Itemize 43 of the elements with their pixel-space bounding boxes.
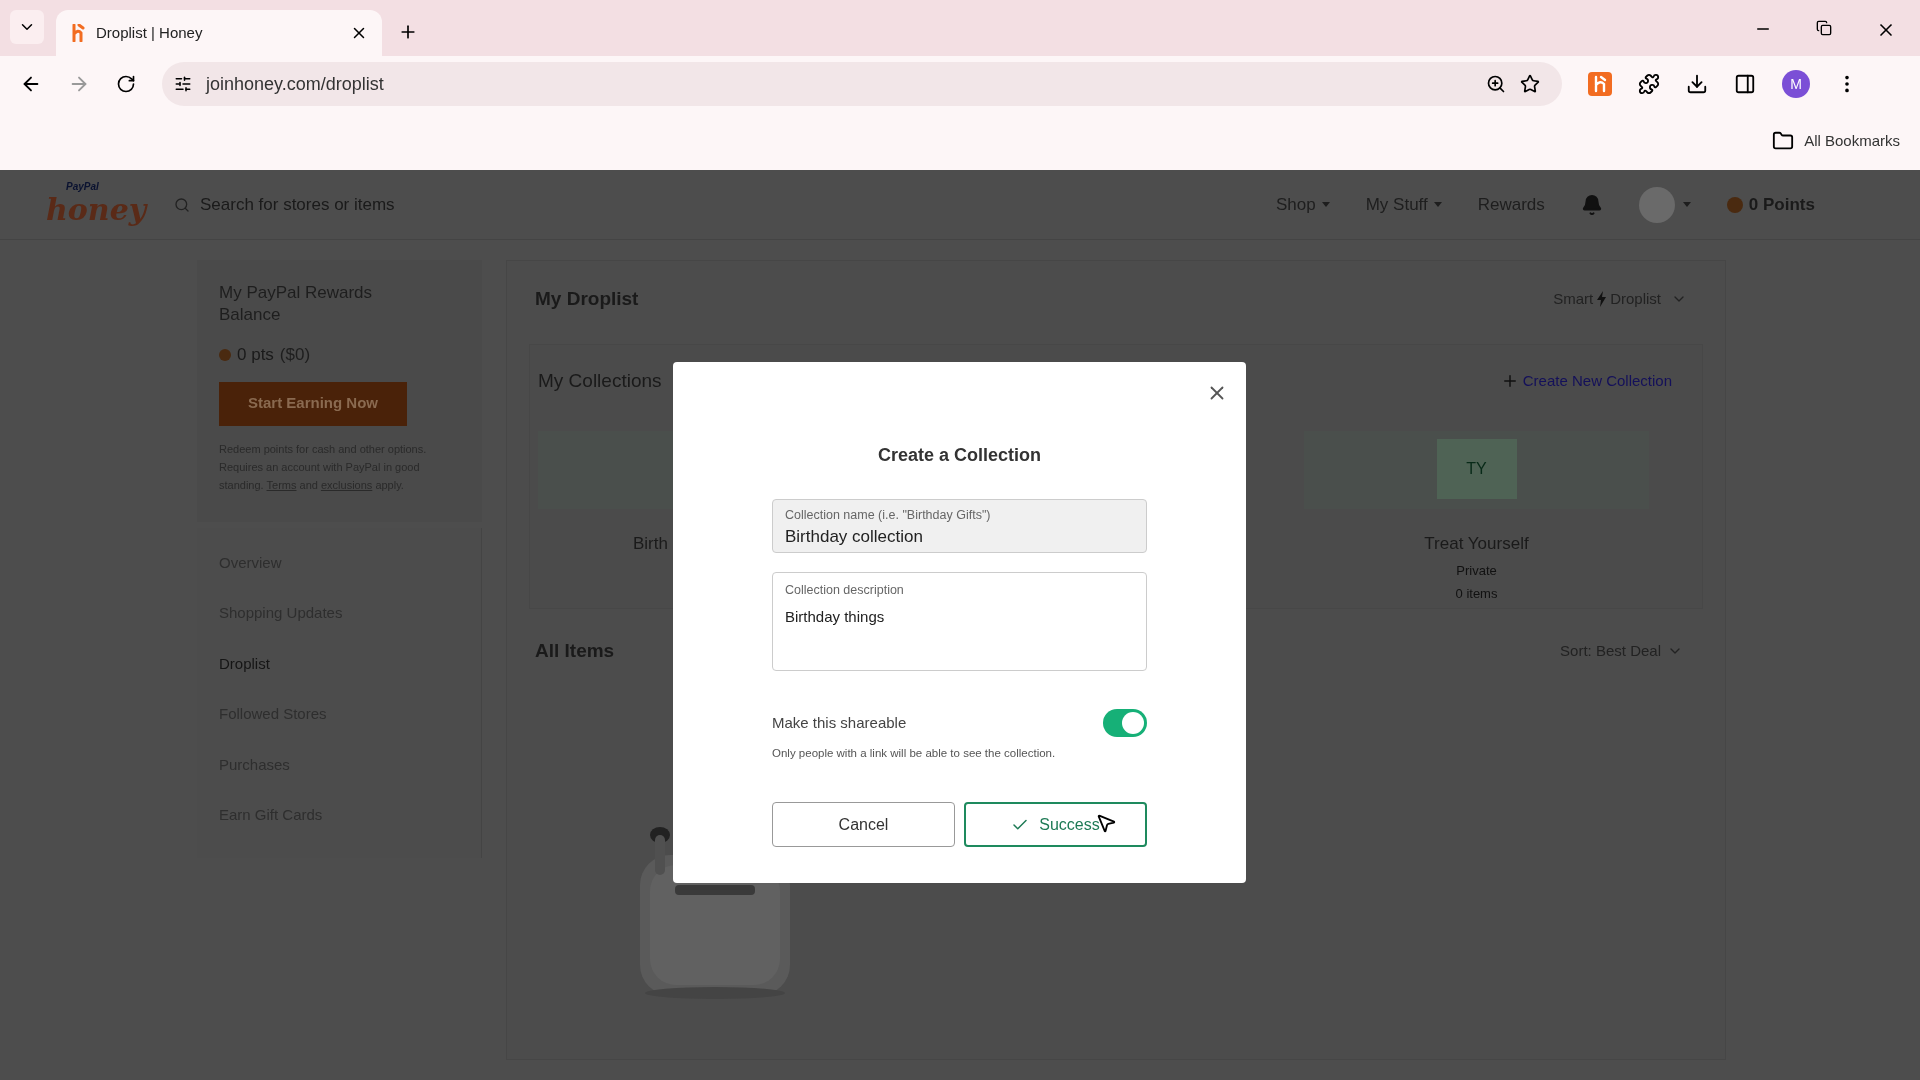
coin-icon: [1726, 196, 1743, 213]
start-earning-button[interactable]: Start Earning Now: [219, 381, 407, 426]
cancel-button[interactable]: Cancel: [772, 802, 955, 848]
logo-small-text: PayPal: [66, 181, 100, 192]
success-button[interactable]: Success: [964, 802, 1147, 848]
bolt-icon: [1597, 291, 1607, 308]
browser-tab[interactable]: Droplist | Honey: [56, 10, 382, 56]
caret-icon: [1321, 202, 1330, 207]
restore-icon[interactable]: [1816, 20, 1832, 36]
caret-icon: [1682, 202, 1691, 207]
profile-avatar[interactable]: M: [1782, 70, 1810, 98]
collection-description-field[interactable]: Collection description Birthday things: [772, 572, 1147, 671]
field-value: Birthday collection: [785, 525, 924, 548]
field-label: Collection description: [785, 582, 905, 599]
shareable-note: Only people with a link will be able to see the collection.: [772, 746, 1057, 761]
initials-tile: TY: [1436, 439, 1517, 499]
reload-icon[interactable]: [116, 74, 136, 94]
url-text: joinhoney.com/droplist: [206, 72, 385, 96]
download-icon[interactable]: [1686, 73, 1708, 95]
caret-icon: [1433, 202, 1442, 207]
dialog-title: Create a Collection: [876, 444, 1042, 467]
tab-title: Droplist | Honey: [96, 22, 204, 43]
create-collection-link[interactable]: Create New Collection: [1500, 369, 1672, 392]
zoom-icon[interactable]: [1486, 74, 1506, 94]
shareable-label: Make this shareable: [772, 712, 907, 733]
field-label: Collection name (i.e. "Birthday Gifts"): [785, 507, 992, 524]
site-info-icon[interactable]: [174, 75, 192, 93]
collection-count: 0 items: [1455, 585, 1498, 603]
bookmark-star-icon[interactable]: [1520, 74, 1540, 94]
collection-name-field[interactable]: Collection name (i.e. "Birthday Gifts") Birthday collection: [772, 499, 1147, 553]
side-panel-icon[interactable]: [1734, 73, 1756, 95]
collection-thumbnail[interactable]: TY: [1304, 431, 1649, 509]
collection-privacy: Private: [1456, 561, 1497, 580]
coin-icon: [219, 348, 231, 361]
folder-icon: [1772, 130, 1795, 152]
all-bookmarks-link[interactable]: All Bookmarks: [1804, 129, 1900, 153]
honey-favicon-icon: [70, 24, 86, 42]
address-bar[interactable]: joinhoney.com/droplist: [162, 62, 1562, 106]
shareable-toggle[interactable]: [1103, 709, 1147, 737]
search-icon: [174, 196, 190, 213]
field-value: Birthday things: [785, 606, 886, 627]
honey-extension-icon[interactable]: [1588, 72, 1612, 96]
extensions-icon[interactable]: [1638, 73, 1660, 95]
